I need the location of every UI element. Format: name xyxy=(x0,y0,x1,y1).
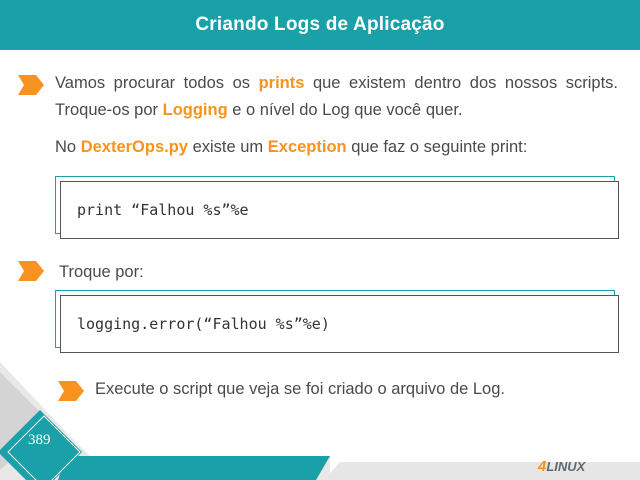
slide-header: Criando Logs de Aplicação xyxy=(0,0,640,50)
code-print: print “Falhou %s”%e xyxy=(77,201,249,219)
bullet-2-text: Troque por: xyxy=(59,259,144,286)
code-logging: logging.error(“Falhou %s”%e) xyxy=(77,315,330,333)
code-box-2: logging.error(“Falhou %s”%e) xyxy=(55,290,619,356)
line-2-text: No DexterOps.py existe um Exception que … xyxy=(55,134,618,161)
orange-arrow-icon xyxy=(18,75,44,95)
highlight-dexterops: DexterOps.py xyxy=(80,138,188,156)
orange-arrow-icon xyxy=(58,381,84,401)
highlight-logging: Logging xyxy=(162,101,228,119)
text-segment: que faz o seguinte print: xyxy=(346,138,528,156)
text-segment: Vamos procurar todos os xyxy=(55,74,259,92)
text-segment: Troque por: xyxy=(59,263,144,281)
text-segment: existe um xyxy=(187,138,268,156)
code-box-1: print “Falhou %s”%e xyxy=(55,176,619,242)
text-segment: No xyxy=(55,138,81,156)
bullet-3-text: Execute o script que veja se foi criado … xyxy=(95,376,505,403)
text-segment: Execute o script que veja se foi criado … xyxy=(95,380,505,398)
logo-text: LINUX xyxy=(546,459,586,474)
orange-arrow-icon xyxy=(18,261,44,281)
text-segment: e o nível do Log que você quer. xyxy=(227,101,463,119)
highlight-prints: prints xyxy=(258,74,305,92)
bullet-1-text: Vamos procurar todos os prints que exist… xyxy=(55,70,618,124)
page-number: 389 xyxy=(28,432,51,448)
4linux-logo: 4LINUX xyxy=(538,458,585,475)
highlight-exception: Exception xyxy=(267,138,347,156)
slide-title: Criando Logs de Aplicação xyxy=(195,14,445,35)
